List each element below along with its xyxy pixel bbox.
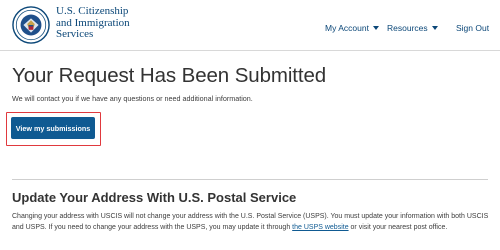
- nav-my-account-label: My Account: [325, 23, 369, 33]
- page-subtitle: We will contact you if we have any quest…: [12, 94, 253, 103]
- nav-resources[interactable]: Resources: [387, 23, 438, 33]
- nav-resources-label: Resources: [387, 23, 428, 33]
- address-text-part2: or visit your nearest post office.: [348, 224, 448, 231]
- page-title: Your Request Has Been Submitted: [12, 64, 327, 87]
- agency-name-line1: U.S. Citizenship: [56, 5, 129, 17]
- nav-sign-out-label: Sign Out: [456, 23, 490, 33]
- address-section-text: Changing your address with USCIS will no…: [12, 211, 490, 233]
- site-header: U.S. Citizenship and Immigration Service…: [0, 0, 500, 50]
- caret-down-icon: [431, 26, 438, 30]
- address-section-heading: Update Your Address With U.S. Postal Ser…: [12, 190, 297, 205]
- section-divider: [12, 179, 488, 180]
- usps-website-link[interactable]: the USPS website: [292, 224, 348, 231]
- caret-down-icon: [372, 26, 379, 30]
- nav-my-account[interactable]: My Account: [325, 23, 379, 33]
- agency-name[interactable]: U.S. Citizenship and Immigration Service…: [56, 5, 130, 41]
- agency-name-line3: Services: [56, 28, 94, 40]
- dhs-seal-icon[interactable]: [12, 6, 50, 44]
- view-submissions-button[interactable]: View my submissions: [11, 117, 95, 139]
- header-divider: [0, 50, 500, 51]
- nav-sign-out[interactable]: Sign Out: [456, 23, 489, 33]
